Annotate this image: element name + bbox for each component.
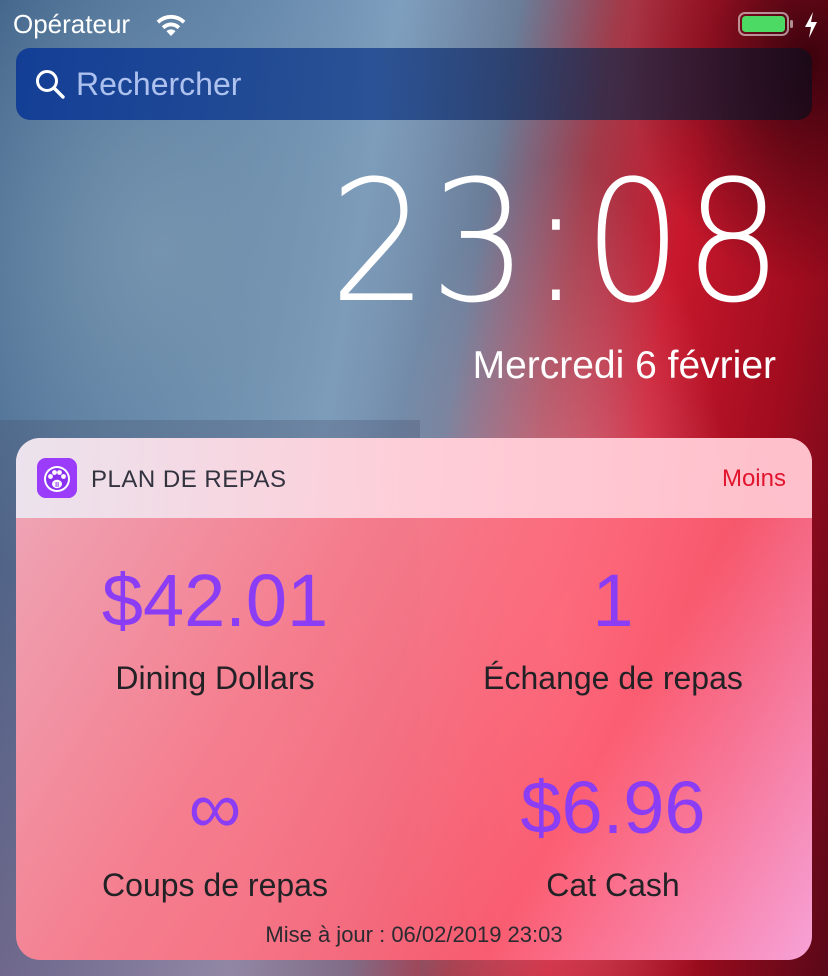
stat-value: $6.96 — [520, 766, 706, 849]
stat-cat-cash: $6.96 Cat Cash — [414, 771, 812, 904]
stat-meal-swipes: ∞ Coups de repas — [16, 771, 414, 904]
stat-label: Coups de repas — [102, 867, 328, 903]
meal-plan-widget[interactable]: PLAN DE REPAS Moins $42.01 Dining Dollar… — [16, 438, 812, 960]
lock-screen-date: Mercredi 6 février — [472, 344, 776, 387]
search-icon — [36, 70, 65, 99]
stat-value: ∞ — [188, 766, 242, 849]
status-bar: Opérateur — [0, 0, 828, 48]
stat-label: Échange de repas — [483, 660, 743, 696]
last-updated-text: Mise à jour : 06/02/2019 23:03 — [265, 922, 563, 947]
charging-bolt-icon — [805, 12, 817, 38]
stat-value: 1 — [592, 559, 634, 642]
wifi-icon — [156, 14, 186, 36]
stat-meal-exchange: 1 Échange de repas — [414, 564, 812, 697]
paw-app-icon — [37, 458, 77, 498]
stat-label: Cat Cash — [546, 867, 680, 903]
lock-screen-time-text: 23:08 — [329, 144, 784, 340]
show-less-button[interactable]: Moins — [722, 465, 786, 493]
widget-app-name: PLAN DE REPAS — [91, 466, 287, 493]
carrier-name: Opérateur — [13, 9, 131, 39]
battery-icon — [738, 12, 793, 36]
widget-header: PLAN DE REPAS Moins — [16, 438, 812, 518]
stat-dining-dollars: $42.01 Dining Dollars — [16, 564, 414, 697]
stat-label: Dining Dollars — [115, 660, 315, 696]
lock-screen-time: 23:08 — [290, 158, 784, 326]
search-input[interactable] — [76, 48, 776, 120]
search-bar[interactable] — [16, 48, 812, 120]
stat-value: $42.01 — [101, 559, 329, 642]
